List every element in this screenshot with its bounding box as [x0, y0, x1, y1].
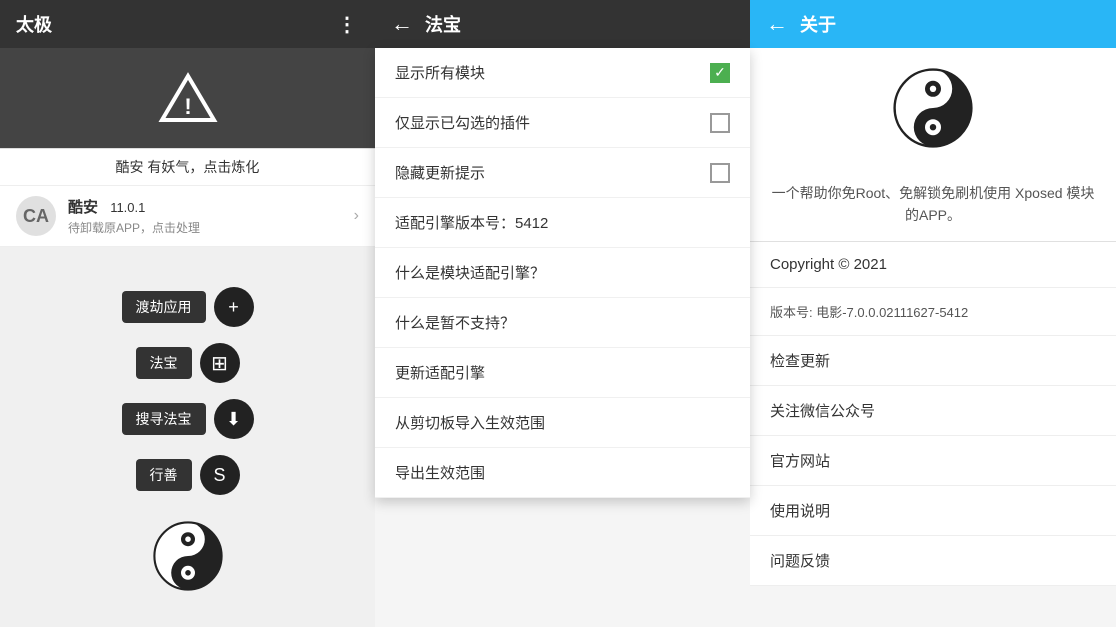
action-row-1: 渡劫应用 +	[122, 287, 254, 327]
app-item[interactable]: CA 酷安 11.0.1 待卸载原APP，点击处理 ›	[0, 185, 375, 247]
search-fabao-button[interactable]: 搜寻法宝	[122, 403, 206, 435]
right-title: 关于	[800, 11, 836, 37]
warning-icon: !	[158, 72, 218, 124]
action-row-2: 法宝 ⊞	[136, 343, 240, 383]
dropdown-item[interactable]: 更新适配引擎	[375, 348, 750, 398]
about-description: 一个帮助你免Root、免解锁免刷机使用 Xposed 模块的APP。	[750, 168, 1116, 242]
dropdown-item[interactable]: 适配引擎版本号：5412	[375, 198, 750, 248]
version-item: 版本号: 电影-7.0.0.02111627-5412	[750, 288, 1116, 336]
about-list: Copyright © 2021 版本号: 电影-7.0.0.02111627-…	[750, 242, 1116, 627]
action-row-4: 行善 S	[136, 455, 240, 495]
dropdown-item-label: 显示所有模块	[395, 62, 485, 83]
left-header: 太极 ⋮	[0, 0, 375, 48]
dujie-button[interactable]: 渡劫应用	[122, 291, 206, 323]
app-info: 酷安 11.0.1 待卸载原APP，点击处理	[68, 196, 354, 236]
feedback-item[interactable]: 问题反馈	[750, 536, 1116, 586]
dropdown-item[interactable]: 显示所有模块 ✓	[375, 48, 750, 98]
about-logo-section	[750, 48, 1116, 168]
dropdown-item-label: 从剪切板导入生效范围	[395, 412, 545, 433]
checkbox-empty-icon[interactable]	[710, 113, 730, 133]
action-buttons: 渡劫应用 + 法宝 ⊞ 搜寻法宝 ⬇ 行善 S	[0, 247, 375, 611]
app-icon: CA	[16, 196, 56, 236]
app-sub: 待卸载原APP，点击处理	[68, 219, 354, 236]
middle-back-button[interactable]: ←	[391, 11, 413, 37]
dropdown-item[interactable]: 仅显示已勾选的插件	[375, 98, 750, 148]
yin-yang-icon-large	[153, 521, 223, 591]
right-panel: ← 关于 一个帮助你免Root、免解锁免刷机使用 Xposed 模块的APP。 …	[750, 0, 1116, 627]
dropdown-item-label: 仅显示已勾选的插件	[395, 112, 530, 133]
right-header: ← 关于	[750, 0, 1116, 48]
fabao-circle-button[interactable]: ⊞	[200, 343, 240, 383]
dropdown-item-label: 导出生效范围	[395, 462, 485, 483]
dropdown-item-label: 更新适配引擎	[395, 362, 485, 383]
search-fabao-circle-button[interactable]: ⬇	[214, 399, 254, 439]
dropdown-item-label: 隐藏更新提示	[395, 162, 485, 183]
warning-text[interactable]: 酷安 有妖气，点击炼化	[0, 148, 375, 185]
left-title: 太极	[16, 11, 52, 37]
dropdown-item[interactable]: 什么是模块适配引擎？	[375, 248, 750, 298]
dropdown-item-label: 什么是暂不支持？	[395, 312, 515, 333]
dropdown-item[interactable]: 隐藏更新提示	[375, 148, 750, 198]
right-back-button[interactable]: ←	[766, 11, 788, 37]
dujie-circle-button[interactable]: +	[214, 287, 254, 327]
app-name: 酷安 11.0.1	[68, 196, 354, 217]
xingshan-circle-button[interactable]: S	[200, 455, 240, 495]
menu-dots-button[interactable]: ⋮	[337, 12, 359, 37]
dropdown-item-label: 什么是模块适配引擎？	[395, 262, 545, 283]
middle-title: 法宝	[425, 11, 461, 37]
xingshan-button[interactable]: 行善	[136, 459, 192, 491]
warning-banner: !	[0, 48, 375, 148]
left-panel: 太极 ⋮ ! 酷安 有妖气，点击炼化 CA 酷安 11.0.1 待卸载原APP，…	[0, 0, 375, 627]
website-item[interactable]: 官方网站	[750, 436, 1116, 486]
middle-panel: ← 法宝 🔧 钉钉助手 钉钉工具 显示所有模块✓仅显示已勾选的插件隐藏更新提示适…	[375, 0, 750, 627]
dropdown-item-label: 适配引擎版本号：5412	[395, 212, 548, 233]
wechat-item[interactable]: 关注微信公众号	[750, 386, 1116, 436]
middle-header: ← 法宝	[375, 0, 750, 48]
fabao-button[interactable]: 法宝	[136, 347, 192, 379]
check-update-item[interactable]: 检查更新	[750, 336, 1116, 386]
checkbox-empty-icon[interactable]	[710, 163, 730, 183]
yin-yang-about-icon	[893, 68, 973, 148]
action-row-3: 搜寻法宝 ⬇	[122, 399, 254, 439]
checkbox-checked-icon[interactable]: ✓	[710, 63, 730, 83]
svg-text:!: !	[184, 94, 191, 119]
dropdown-item[interactable]: 从剪切板导入生效范围	[375, 398, 750, 448]
chevron-right-icon: ›	[354, 207, 359, 225]
copyright-item: Copyright © 2021	[750, 242, 1116, 288]
dropdown-item[interactable]: 导出生效范围	[375, 448, 750, 498]
manual-item[interactable]: 使用说明	[750, 486, 1116, 536]
dropdown-menu: 显示所有模块 ✓ 仅显示已勾选的插件隐藏更新提示适配引擎版本号：5412 什么是模块适…	[375, 48, 750, 498]
dropdown-item[interactable]: 什么是暂不支持？	[375, 298, 750, 348]
